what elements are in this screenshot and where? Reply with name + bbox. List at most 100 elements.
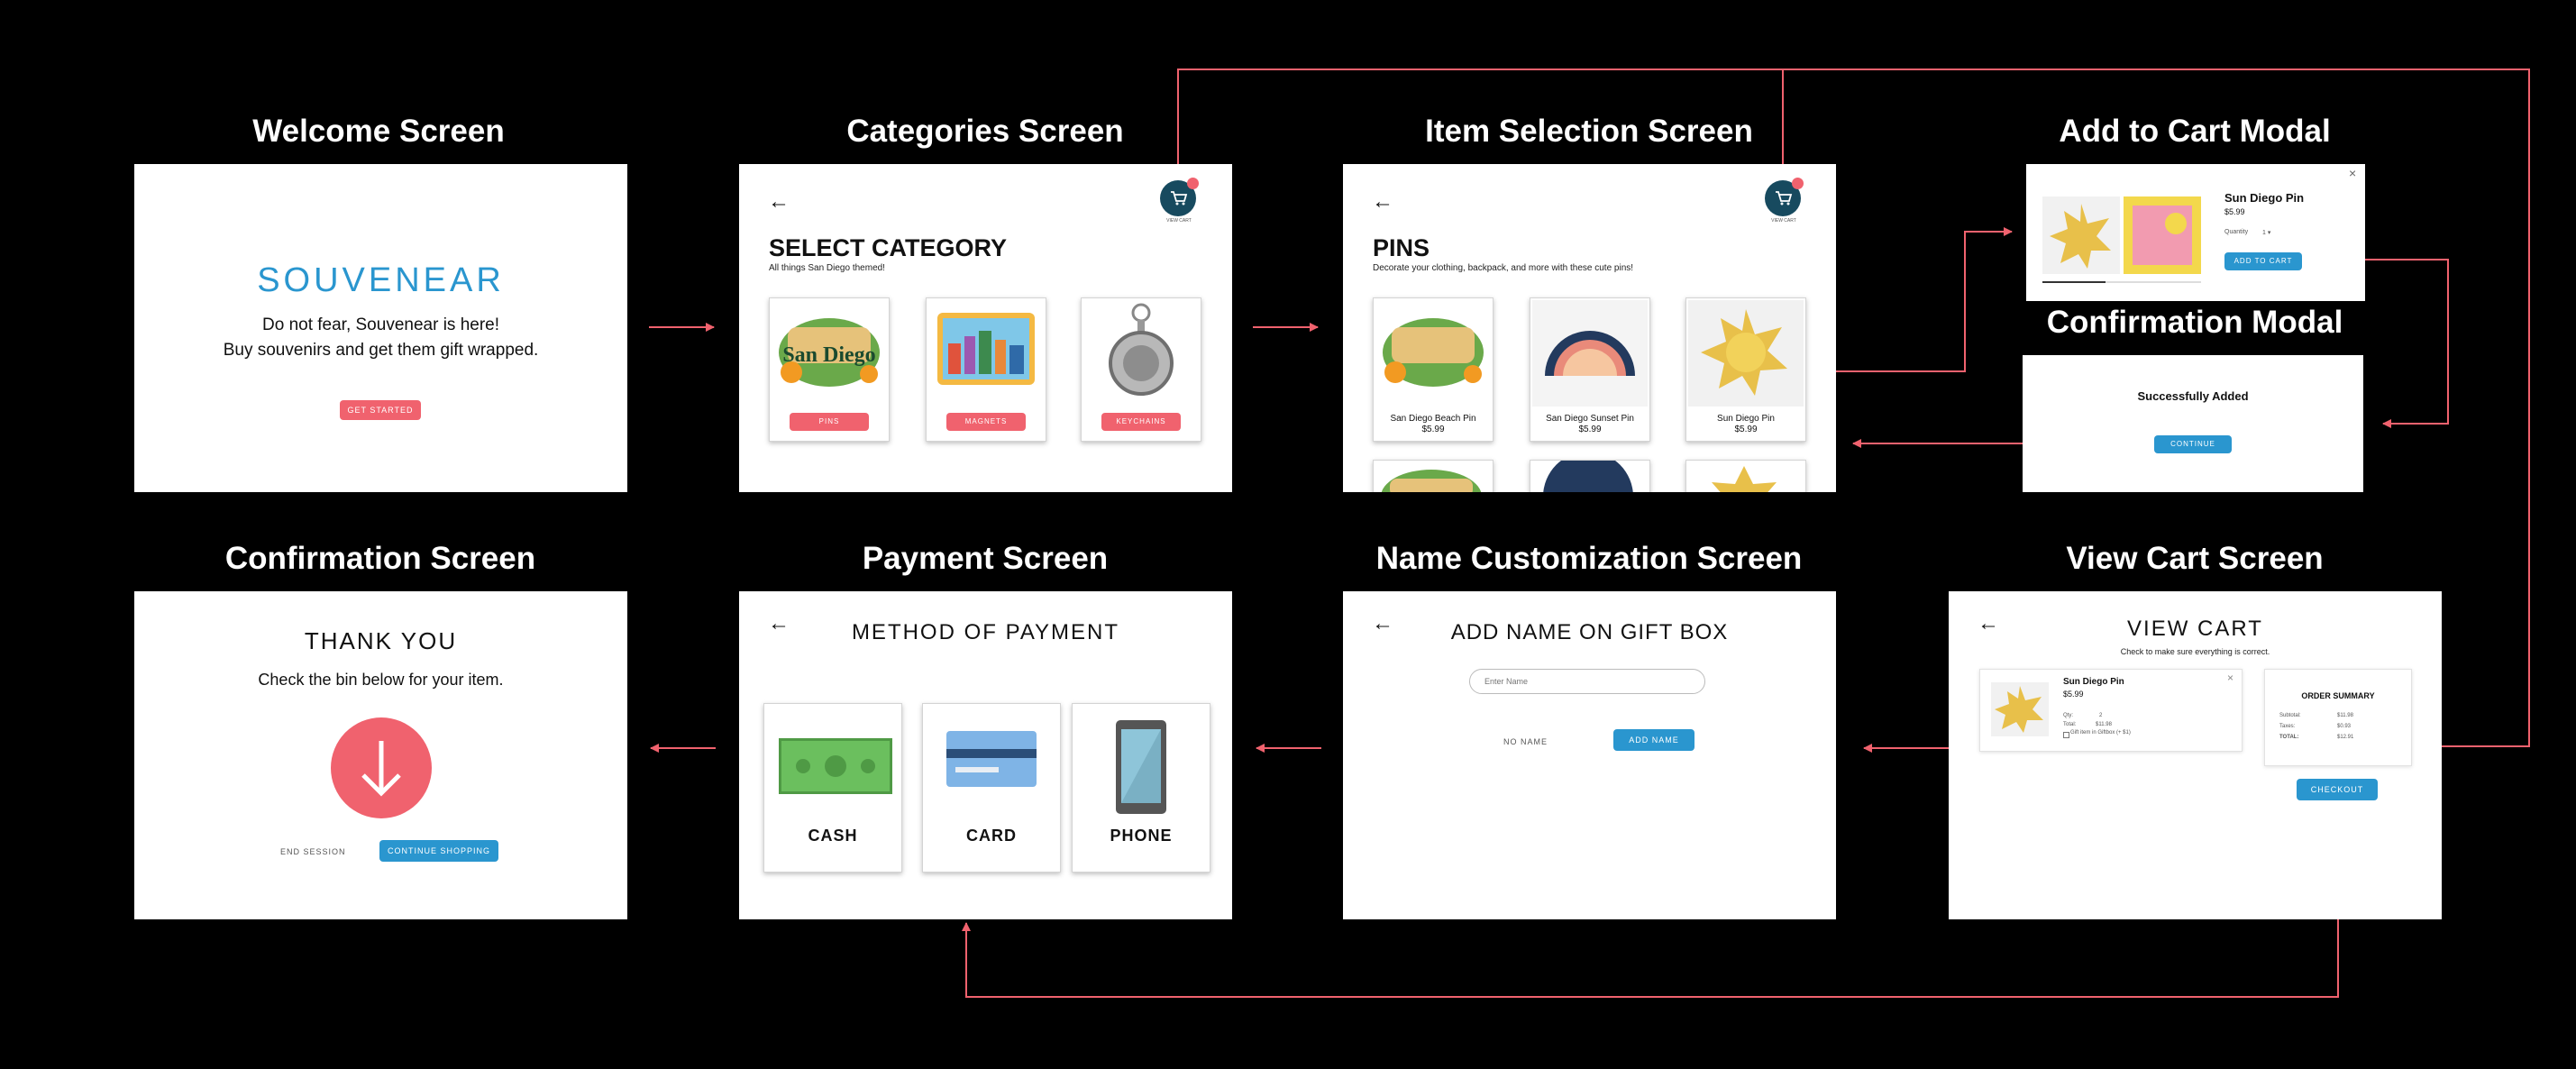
no-name-button[interactable]: NO NAME [1503,737,1548,746]
arrow-item-to-modal [1807,227,2013,372]
product-name: Sun Diego Pin [1717,414,1775,424]
title-add-to-cart: Add to Cart Modal [2059,114,2331,149]
cash-label: CASH [808,827,858,845]
credit-card-icon [946,731,1037,787]
page-subtitle: All things San Diego themed! [769,263,885,273]
checkout-button[interactable]: CHECKOUT [2297,779,2378,800]
page-title: PINS [1373,234,1430,261]
payment-screen: ← METHOD OF PAYMENT CASH CARD PHONE [739,591,1232,919]
card-label: CARD [966,827,1017,845]
page-title: VIEW CART [2127,617,2263,641]
phone-icon [1116,720,1166,814]
cart-item-image [1991,682,2049,736]
keychains-button[interactable]: KEYCHAINS [1101,413,1181,431]
keychains-image [1083,300,1199,407]
welcome-screen: SOUVENEAR Do not fear, Souvenear is here… [134,164,627,492]
back-arrow-icon[interactable]: ← [1372,189,1393,215]
summary-label-subtotal: Subtotal: [2279,713,2301,718]
page-subtitle: Decorate your clothing, backpack, and mo… [1373,263,1634,273]
product-price: $5.99 [2224,207,2245,216]
order-summary-card: ORDER SUMMARY Subtotal: $11.98 Taxes: $0… [2264,669,2412,766]
sun-diego-pin-image [1688,300,1804,407]
product-price: $5.99 [1578,425,1602,434]
payment-option-card[interactable]: CARD [922,703,1061,873]
category-card-magnets[interactable]: MAGNETS [926,297,1046,442]
add-to-cart-modal: × Sun Diego Pin $5.99 Quantity 1 ▾ ADD T… [2026,164,2365,301]
quantity-label: Quantity [2224,229,2249,235]
product-image-1 [2042,196,2120,274]
welcome-line-1: Do not fear, Souvenear is here! [262,315,499,334]
title-payment: Payment Screen [862,541,1109,576]
product-card-row2-3[interactable] [1685,460,1806,492]
product-card-sunset-pin[interactable]: San Diego Sunset Pin $5.99 [1530,297,1650,442]
product-card-row2-2[interactable] [1530,452,1650,492]
category-card-pins[interactable]: San Diego PINS [769,297,890,442]
product-name: San Diego Beach Pin [1390,414,1476,424]
get-started-button[interactable]: GET STARTED [340,400,421,420]
sunset-pin-image [1532,300,1648,407]
success-message: Successfully Added [2137,389,2249,403]
pins-button[interactable]: PINS [790,413,869,431]
back-arrow-icon[interactable]: ← [768,189,790,215]
welcome-line-2: Buy souvenirs and get them gift wrapped. [223,341,539,360]
continue-shopping-button[interactable]: CONTINUE SHOPPING [379,840,498,862]
summary-value-taxes: $0.93 [2337,724,2352,729]
thank-you-heading: THANK YOU [304,627,458,654]
title-view-cart: View Cart Screen [2066,541,2324,576]
cart-item-name: Sun Diego Pin [2063,677,2124,687]
magnets-button[interactable]: MAGNETS [946,413,1026,431]
total-label: Total: [2063,722,2077,727]
bin-message: Check the bin below for your item. [258,671,504,689]
quantity-select[interactable]: 1 ▾ [2262,229,2270,236]
item-selection-screen: ← VIEW CART PINS Decorate your clothing,… [1343,164,1836,492]
payment-option-phone[interactable]: PHONE [1072,703,1210,873]
continue-button[interactable]: CONTINUE [2154,435,2232,453]
summary-label-taxes: Taxes: [2279,724,2296,729]
view-cart-label[interactable]: VIEW CART [1764,218,1804,224]
phone-label: PHONE [1110,827,1173,845]
product-card-beach-pin[interactable]: San Diego Beach Pin $5.99 [1373,297,1494,442]
page-title: ADD NAME ON GIFT BOX [1450,620,1729,644]
confirmation-screen: THANK YOU Check the bin below for your i… [134,591,627,919]
page-title: SELECT CATEGORY [769,234,1008,261]
magnets-image [928,300,1044,407]
product-price: $5.99 [1734,425,1758,434]
view-cart-label[interactable]: VIEW CART [1159,218,1199,224]
product-name: Sun Diego Pin [2224,191,2305,205]
title-item-selection: Item Selection Screen [1425,114,1753,149]
cart-badge [1792,178,1804,189]
gift-checkbox[interactable] [2063,732,2069,738]
down-arrow-icon [331,717,432,818]
summary-value-total: $12.91 [2337,735,2354,740]
view-cart-screen: ← VIEW CART Check to make sure everythin… [1949,591,2442,919]
cart-item-card: Sun Diego Pin $5.99 Qty: 2 Total: $11.98… [1979,669,2243,752]
qty-label: Qty: [2063,713,2074,718]
summary-label-total: TOTAL: [2279,735,2299,740]
add-name-button[interactable]: ADD NAME [1613,729,1694,751]
order-summary-title: ORDER SUMMARY [2301,691,2375,700]
payment-option-cash[interactable]: CASH [763,703,902,873]
gift-option-label: Gift item in Giftbox (+ $1) [2070,730,2131,736]
cart-badge [1187,178,1199,189]
pins-image: San Diego [772,300,887,407]
page-title: METHOD OF PAYMENT [851,620,1120,644]
pins-image-text: San Diego [782,343,875,367]
product-name: San Diego Sunset Pin [1546,414,1634,424]
close-icon[interactable]: × [2349,166,2356,180]
title-confirmation-modal: Confirmation Modal [2046,305,2343,340]
title-welcome: Welcome Screen [252,114,505,149]
name-input[interactable] [1469,669,1705,694]
remove-item-close-icon[interactable]: × [2227,672,2233,684]
title-name-custom: Name Customization Screen [1375,541,1803,576]
qty-value[interactable]: 2 [2099,713,2102,718]
product-card-row2-1[interactable] [1373,460,1494,492]
category-card-keychains[interactable]: KEYCHAINS [1081,297,1201,442]
cash-icon [779,738,892,794]
categories-screen: ← VIEW CART SELECT CATEGORY All things S… [739,164,1232,492]
add-to-cart-button[interactable]: ADD TO CART [2224,252,2302,270]
title-categories: Categories Screen [846,114,1124,149]
name-customization-screen: ← ADD NAME ON GIFT BOX NO NAME ADD NAME [1343,591,1836,919]
product-card-sun-diego-pin[interactable]: Sun Diego Pin $5.99 [1685,297,1806,442]
cart-item-price: $5.99 [2063,690,2084,699]
end-session-link[interactable]: END SESSION [280,847,346,856]
